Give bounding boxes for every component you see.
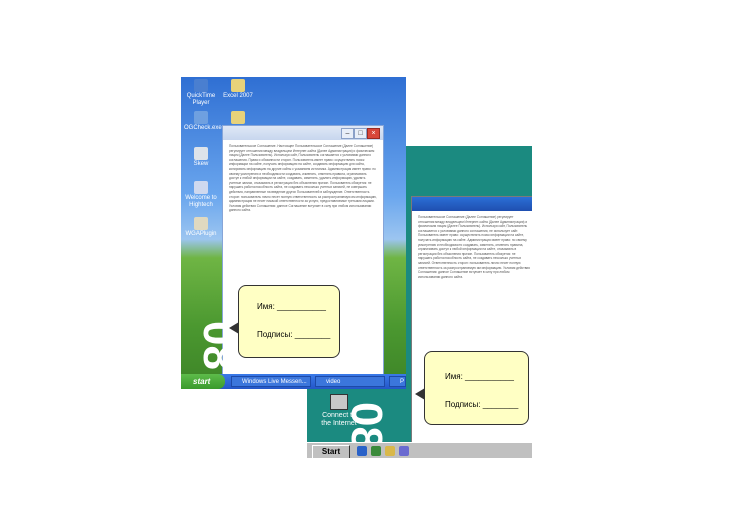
agreement-text: Пользовательское Соглашение (Далее Согла… — [418, 215, 530, 279]
outlook-icon[interactable] — [371, 446, 381, 456]
task-p[interactable]: P — [389, 376, 406, 387]
desktop-icon-quicktime[interactable]: QuickTime Player — [184, 79, 218, 107]
window-titlebar[interactable] — [412, 197, 532, 211]
quicktime-icon — [194, 79, 208, 92]
desktop-icon[interactable] — [399, 446, 409, 456]
desktop-icon-wgaplugin[interactable]: WGAPlugin — [184, 217, 218, 238]
app-icon — [194, 147, 208, 160]
maximize-button[interactable]: □ — [354, 128, 367, 139]
window-titlebar[interactable]: – □ × — [223, 126, 383, 140]
note-pointer — [229, 322, 239, 334]
close-button[interactable]: × — [367, 128, 380, 139]
channels-icon[interactable] — [385, 446, 395, 456]
taskbar: Start — [307, 442, 532, 458]
ie-icon[interactable] — [357, 446, 367, 456]
name-field: Имя: ___________ — [257, 302, 326, 311]
desktop-icon-folder[interactable] — [221, 111, 255, 125]
task-messenger[interactable]: Windows Live Messen... — [231, 376, 311, 387]
signature-note-xp: Имя: ___________ Подписы: ________ — [229, 285, 340, 358]
desktop-icon-ogcheck[interactable]: OGCheck.exe — [184, 111, 222, 132]
agreement-text: Пользовательское Соглашение. Настоящее П… — [229, 144, 377, 213]
folder-icon — [231, 79, 245, 92]
start-button[interactable]: Start — [312, 445, 350, 458]
app-icon — [194, 181, 208, 194]
signature-field: Подписы: ________ — [257, 330, 331, 339]
app-icon — [194, 217, 208, 230]
task-video[interactable]: video — [315, 376, 385, 387]
minimize-button[interactable]: – — [341, 128, 354, 139]
desktop-icon-excel[interactable]: Excel 2007 — [221, 79, 255, 100]
desktop-icon-welcome[interactable]: Welcome to Hightech — [184, 181, 218, 209]
signature-note-98: Имя: ___________ Подписы: ________ — [415, 351, 529, 425]
app-icon — [194, 111, 208, 124]
signature-field: Подписы: ________ — [445, 400, 519, 409]
start-button[interactable]: start — [181, 374, 225, 389]
name-field: Имя: ___________ — [445, 372, 514, 381]
taskbar: start Windows Live Messen... video P — [181, 374, 406, 389]
desktop-icon-skew[interactable]: Skew — [184, 147, 218, 168]
folder-icon — [231, 111, 245, 124]
note-pointer — [415, 388, 425, 400]
